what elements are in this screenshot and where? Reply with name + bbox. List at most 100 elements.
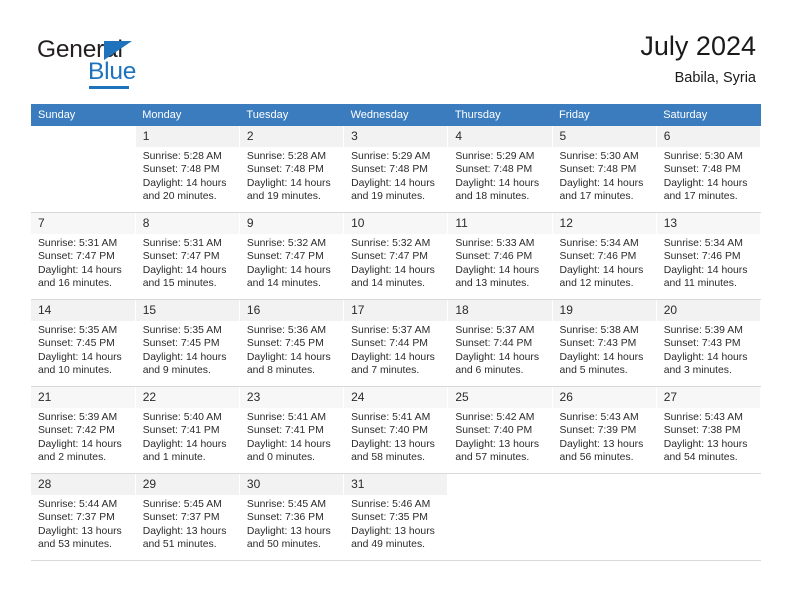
calendar-day-cell[interactable]: 12 Sunrise: 5:34 AM Sunset: 7:46 PM Dayligh… bbox=[552, 212, 657, 300]
calendar-day-cell[interactable]: 28 Sunrise: 5:44 AM Sunset: 7:37 PM Dayligh… bbox=[31, 473, 136, 561]
daylight-text-line2: and 3 minutes. bbox=[663, 365, 732, 377]
calendar-day-cell[interactable]: 16 Sunrise: 5:36 AM Sunset: 7:45 PM Dayligh… bbox=[239, 299, 345, 387]
page-title: July 2024 bbox=[640, 31, 756, 61]
calendar-day-cell[interactable]: 25 Sunrise: 5:42 AM Sunset: 7:40 PM Dayligh… bbox=[447, 386, 553, 474]
daylight-text-line1: Daylight: 13 hours bbox=[351, 438, 435, 450]
sunset-text: Sunset: 7:48 PM bbox=[351, 164, 428, 176]
calendar-day-cell[interactable]: 13 Sunrise: 5:34 AM Sunset: 7:46 PM Dayligh… bbox=[656, 212, 762, 300]
sunset-text: Sunset: 7:48 PM bbox=[142, 164, 220, 176]
day-number: 13 bbox=[656, 213, 760, 234]
daylight-text-line1: Daylight: 13 hours bbox=[559, 438, 644, 450]
calendar-week-row: 21 Sunrise: 5:39 AM Sunset: 7:42 PM Dayligh… bbox=[31, 386, 762, 474]
daylight-text-line1: Daylight: 14 hours bbox=[142, 264, 227, 276]
calendar-day-cell[interactable]: 14 Sunrise: 5:35 AM Sunset: 7:45 PM Dayligh… bbox=[31, 299, 136, 387]
calendar-day-cell[interactable]: 27 Sunrise: 5:43 AM Sunset: 7:38 PM Dayligh… bbox=[656, 386, 762, 474]
day-details: Sunrise: 5:45 AM Sunset: 7:37 PM Daylight:… bbox=[136, 495, 239, 552]
calendar-day-cell[interactable]: 20 Sunrise: 5:39 AM Sunset: 7:43 PM Dayligh… bbox=[656, 299, 762, 387]
sunset-text: Sunset: 7:44 PM bbox=[351, 338, 428, 350]
sunset-text: Sunset: 7:46 PM bbox=[559, 251, 637, 263]
sunrise-text: Sunrise: 5:35 AM bbox=[142, 325, 222, 336]
daylight-text-line2: and 49 minutes. bbox=[351, 539, 426, 551]
calendar-day-cell[interactable]: 5 Sunrise: 5:30 AM Sunset: 7:48 PM Daylight… bbox=[552, 126, 657, 213]
daylight-text-line1: Daylight: 14 hours bbox=[38, 351, 122, 363]
daylight-text-line1: Daylight: 14 hours bbox=[663, 177, 748, 189]
calendar-day-cell[interactable]: 18 Sunrise: 5:37 AM Sunset: 7:44 PM Dayligh… bbox=[447, 299, 553, 387]
calendar-day-cell[interactable]: 6 Sunrise: 5:30 AM Sunset: 7:48 PM Daylight… bbox=[656, 126, 762, 213]
calendar-day-cell[interactable]: 3 Sunrise: 5:29 AM Sunset: 7:48 PM Daylight… bbox=[343, 126, 449, 213]
weekday-header-sunday: Sunday bbox=[31, 104, 136, 126]
calendar-day-cell[interactable]: 19 Sunrise: 5:38 AM Sunset: 7:43 PM Dayligh… bbox=[552, 299, 657, 387]
sunset-text: Sunset: 7:47 PM bbox=[351, 251, 428, 263]
day-number: 1 bbox=[135, 126, 239, 147]
sunrise-text: Sunrise: 5:37 AM bbox=[455, 325, 535, 336]
calendar-body: 1 Sunrise: 5:28 AM Sunset: 7:48 PM Daylight… bbox=[31, 126, 762, 561]
calendar-day-cell[interactable]: 11 Sunrise: 5:33 AM Sunset: 7:46 PM Dayligh… bbox=[447, 212, 553, 300]
day-details: Sunrise: 5:32 AM Sunset: 7:47 PM Daylight:… bbox=[344, 234, 447, 291]
day-number: 25 bbox=[448, 387, 552, 408]
daylight-text-line2: and 20 minutes. bbox=[142, 191, 217, 203]
sunrise-text: Sunrise: 5:34 AM bbox=[663, 238, 743, 249]
calendar-day-cell[interactable]: 10 Sunrise: 5:32 AM Sunset: 7:47 PM Dayligh… bbox=[343, 212, 449, 300]
daylight-text-line2: and 8 minutes. bbox=[246, 365, 316, 377]
calendar-day-cell[interactable]: 17 Sunrise: 5:37 AM Sunset: 7:44 PM Dayligh… bbox=[343, 299, 449, 387]
sunset-text: Sunset: 7:47 PM bbox=[142, 251, 220, 263]
day-details: Sunrise: 5:38 AM Sunset: 7:43 PM Daylight:… bbox=[553, 321, 656, 378]
daylight-text-line2: and 11 minutes. bbox=[663, 278, 737, 290]
day-number: 3 bbox=[344, 126, 448, 147]
calendar-day-cell[interactable]: 26 Sunrise: 5:43 AM Sunset: 7:39 PM Dayligh… bbox=[552, 386, 657, 474]
day-details: Sunrise: 5:39 AM Sunset: 7:43 PM Daylight:… bbox=[657, 321, 760, 378]
daylight-text-line1: Daylight: 14 hours bbox=[559, 351, 644, 363]
day-details: Sunrise: 5:35 AM Sunset: 7:45 PM Daylight:… bbox=[31, 321, 135, 378]
sunset-text: Sunset: 7:37 PM bbox=[38, 512, 115, 524]
day-number bbox=[656, 474, 760, 495]
day-details: Sunrise: 5:28 AM Sunset: 7:48 PM Daylight:… bbox=[240, 147, 343, 204]
calendar-day-cell[interactable]: 8 Sunrise: 5:31 AM Sunset: 7:47 PM Daylight… bbox=[135, 212, 240, 300]
calendar-day-cell[interactable]: 1 Sunrise: 5:28 AM Sunset: 7:48 PM Daylight… bbox=[135, 126, 240, 213]
day-details: Sunrise: 5:36 AM Sunset: 7:45 PM Daylight:… bbox=[240, 321, 343, 378]
day-details: Sunrise: 5:30 AM Sunset: 7:48 PM Daylight:… bbox=[657, 147, 760, 204]
daylight-text-line1: Daylight: 14 hours bbox=[663, 264, 748, 276]
sunset-text: Sunset: 7:38 PM bbox=[663, 425, 741, 437]
day-number bbox=[552, 474, 656, 495]
sunset-text: Sunset: 7:48 PM bbox=[246, 164, 324, 176]
calendar-week-row: 28 Sunrise: 5:44 AM Sunset: 7:37 PM Dayligh… bbox=[31, 473, 762, 561]
calendar-day-cell[interactable]: 24 Sunrise: 5:41 AM Sunset: 7:40 PM Dayligh… bbox=[343, 386, 449, 474]
calendar-day-cell[interactable]: 15 Sunrise: 5:35 AM Sunset: 7:45 PM Dayligh… bbox=[135, 299, 240, 387]
sunset-text: Sunset: 7:46 PM bbox=[663, 251, 741, 263]
calendar-day-cell[interactable]: 21 Sunrise: 5:39 AM Sunset: 7:42 PM Dayligh… bbox=[31, 386, 136, 474]
calendar-day-cell[interactable]: 9 Sunrise: 5:32 AM Sunset: 7:47 PM Daylight… bbox=[239, 212, 345, 300]
logo-text-blue: Blue bbox=[88, 58, 137, 85]
sunset-text: Sunset: 7:48 PM bbox=[559, 164, 637, 176]
daylight-text-line2: and 17 minutes. bbox=[559, 191, 634, 203]
calendar-day-cell[interactable]: 22 Sunrise: 5:40 AM Sunset: 7:41 PM Dayligh… bbox=[135, 386, 240, 474]
sunrise-text: Sunrise: 5:38 AM bbox=[559, 325, 639, 336]
day-details: Sunrise: 5:41 AM Sunset: 7:40 PM Daylight:… bbox=[344, 408, 447, 465]
calendar-day-cell[interactable]: 29 Sunrise: 5:45 AM Sunset: 7:37 PM Dayligh… bbox=[135, 473, 240, 561]
sunrise-text: Sunrise: 5:40 AM bbox=[142, 412, 222, 423]
daylight-text-line1: Daylight: 14 hours bbox=[455, 264, 540, 276]
sunrise-text: Sunrise: 5:31 AM bbox=[38, 238, 118, 249]
daylight-text-line1: Daylight: 13 hours bbox=[246, 525, 331, 537]
calendar-day-cell[interactable]: 30 Sunrise: 5:45 AM Sunset: 7:36 PM Dayligh… bbox=[239, 473, 345, 561]
calendar-day-cell[interactable]: 2 Sunrise: 5:28 AM Sunset: 7:48 PM Daylight… bbox=[239, 126, 345, 213]
calendar-page: General Blue July 2024 Babila, Syria Sun… bbox=[0, 0, 792, 612]
day-details: Sunrise: 5:29 AM Sunset: 7:48 PM Daylight:… bbox=[448, 147, 551, 204]
sunset-text: Sunset: 7:35 PM bbox=[351, 512, 428, 524]
sunset-text: Sunset: 7:42 PM bbox=[38, 425, 115, 437]
day-details: Sunrise: 5:43 AM Sunset: 7:38 PM Daylight:… bbox=[657, 408, 760, 465]
daylight-text-line1: Daylight: 14 hours bbox=[559, 264, 644, 276]
daylight-text-line1: Daylight: 14 hours bbox=[246, 177, 331, 189]
daylight-text-line2: and 0 minutes. bbox=[246, 452, 316, 464]
day-details: Sunrise: 5:37 AM Sunset: 7:44 PM Daylight:… bbox=[448, 321, 551, 378]
day-details: Sunrise: 5:39 AM Sunset: 7:42 PM Daylight:… bbox=[31, 408, 135, 465]
calendar-day-cell[interactable]: 23 Sunrise: 5:41 AM Sunset: 7:41 PM Dayligh… bbox=[239, 386, 345, 474]
calendar-day-cell[interactable]: 4 Sunrise: 5:29 AM Sunset: 7:48 PM Daylight… bbox=[447, 126, 553, 213]
calendar-day-cell-empty bbox=[31, 126, 136, 213]
weekday-header-wednesday: Wednesday bbox=[343, 104, 448, 126]
day-number: 12 bbox=[552, 213, 656, 234]
day-number bbox=[31, 126, 135, 147]
general-blue-logo: General Blue bbox=[37, 36, 237, 89]
day-details: Sunrise: 5:35 AM Sunset: 7:45 PM Daylight:… bbox=[136, 321, 239, 378]
calendar-day-cell[interactable]: 31 Sunrise: 5:46 AM Sunset: 7:35 PM Dayligh… bbox=[343, 473, 449, 561]
calendar-day-cell[interactable]: 7 Sunrise: 5:31 AM Sunset: 7:47 PM Daylight… bbox=[31, 212, 136, 300]
